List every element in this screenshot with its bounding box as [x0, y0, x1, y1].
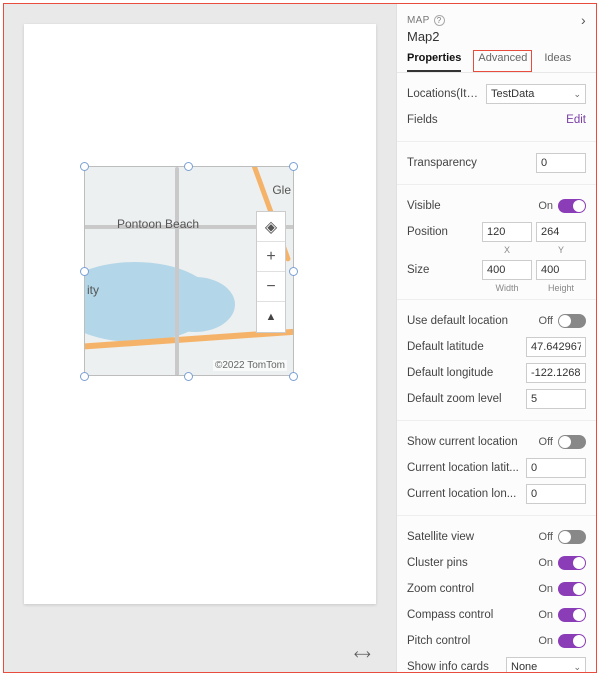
panel-category: MAP — [407, 15, 430, 26]
collapse-panel-icon[interactable]: › — [581, 12, 586, 28]
map-label-pontoon: Pontoon Beach — [117, 217, 199, 231]
section-appearance: Transparency — [397, 142, 596, 185]
label-size: Size — [407, 264, 482, 276]
input-current-lon[interactable] — [526, 484, 586, 504]
resize-handle-nw[interactable] — [80, 162, 89, 171]
input-pos-x[interactable] — [482, 222, 532, 242]
section-current-location: Show current location Off Current locati… — [397, 421, 596, 516]
resize-handle-s[interactable] — [184, 372, 193, 381]
properties-panel: MAP ? › Map2 Properties Advanced Ideas L… — [396, 4, 596, 672]
toggle-pitch-control[interactable] — [558, 634, 586, 648]
input-transparency[interactable] — [536, 153, 586, 173]
control-name[interactable]: Map2 — [407, 29, 586, 44]
map-attribution: ©2022 TomTom — [213, 360, 287, 371]
input-width[interactable] — [482, 260, 532, 280]
section-default-location: Use default location Off Default latitud… — [397, 300, 596, 421]
resize-handle-n[interactable] — [184, 162, 193, 171]
panel-tabs: Properties Advanced Ideas — [397, 46, 596, 73]
toggle-zoom-control[interactable] — [558, 582, 586, 596]
canvas-area[interactable]: Pontoon Beach Gle ity ©2022 TomTom ◈ + −… — [4, 4, 396, 672]
input-default-lat[interactable] — [526, 337, 586, 357]
zoom-in-button[interactable]: + — [257, 242, 285, 272]
toggle-cluster-pins[interactable] — [558, 556, 586, 570]
help-icon[interactable]: ? — [434, 15, 445, 26]
input-default-zoom[interactable] — [526, 389, 586, 409]
section-datasource: Locations(Items) TestData⌄ Fields Edit — [397, 73, 596, 142]
tab-ideas[interactable]: Ideas — [544, 52, 571, 72]
section-map-controls: Satellite viewOff Cluster pinsOn Zoom co… — [397, 516, 596, 672]
pitch-icon[interactable]: ▲ — [257, 302, 285, 332]
map-label-gle: Gle — [272, 183, 291, 197]
tab-properties[interactable]: Properties — [407, 52, 461, 72]
input-height[interactable] — [536, 260, 586, 280]
resize-handle-e[interactable] — [289, 267, 298, 276]
input-current-lat[interactable] — [526, 458, 586, 478]
edit-fields-link[interactable]: Edit — [566, 114, 586, 126]
app-screen: Pontoon Beach Gle ity ©2022 TomTom ◈ + −… — [24, 24, 376, 604]
resize-diagonal-icon[interactable]: ⤢ — [351, 644, 373, 666]
resize-handle-sw[interactable] — [80, 372, 89, 381]
input-pos-y[interactable] — [536, 222, 586, 242]
map-controls-stack: ◈ + − ▲ — [256, 211, 286, 333]
toggle-use-default-location[interactable] — [558, 314, 586, 328]
label-position: Position — [407, 226, 482, 238]
label-locations: Locations(Items) — [407, 88, 486, 100]
toggle-compass-control[interactable] — [558, 608, 586, 622]
select-info-cards[interactable]: None⌄ — [506, 657, 586, 672]
input-default-lon[interactable] — [526, 363, 586, 383]
tab-advanced[interactable]: Advanced — [473, 50, 532, 72]
toggle-show-current-location[interactable] — [558, 435, 586, 449]
locations-select[interactable]: TestData⌄ — [486, 84, 586, 104]
toggle-satellite[interactable] — [558, 530, 586, 544]
toggle-visible[interactable] — [558, 199, 586, 213]
zoom-out-button[interactable]: − — [257, 272, 285, 302]
label-visible: Visible — [407, 200, 538, 212]
resize-handle-se[interactable] — [289, 372, 298, 381]
label-fields: Fields — [407, 114, 566, 126]
section-layout: Visible On Position XY Size WidthHeight — [397, 185, 596, 300]
map-control-selected[interactable]: Pontoon Beach Gle ity ©2022 TomTom ◈ + −… — [84, 166, 294, 376]
map-label-ity: ity — [87, 283, 99, 297]
resize-handle-w[interactable] — [80, 267, 89, 276]
resize-handle-ne[interactable] — [289, 162, 298, 171]
compass-icon[interactable]: ◈ — [257, 212, 285, 242]
label-transparency: Transparency — [407, 157, 536, 169]
